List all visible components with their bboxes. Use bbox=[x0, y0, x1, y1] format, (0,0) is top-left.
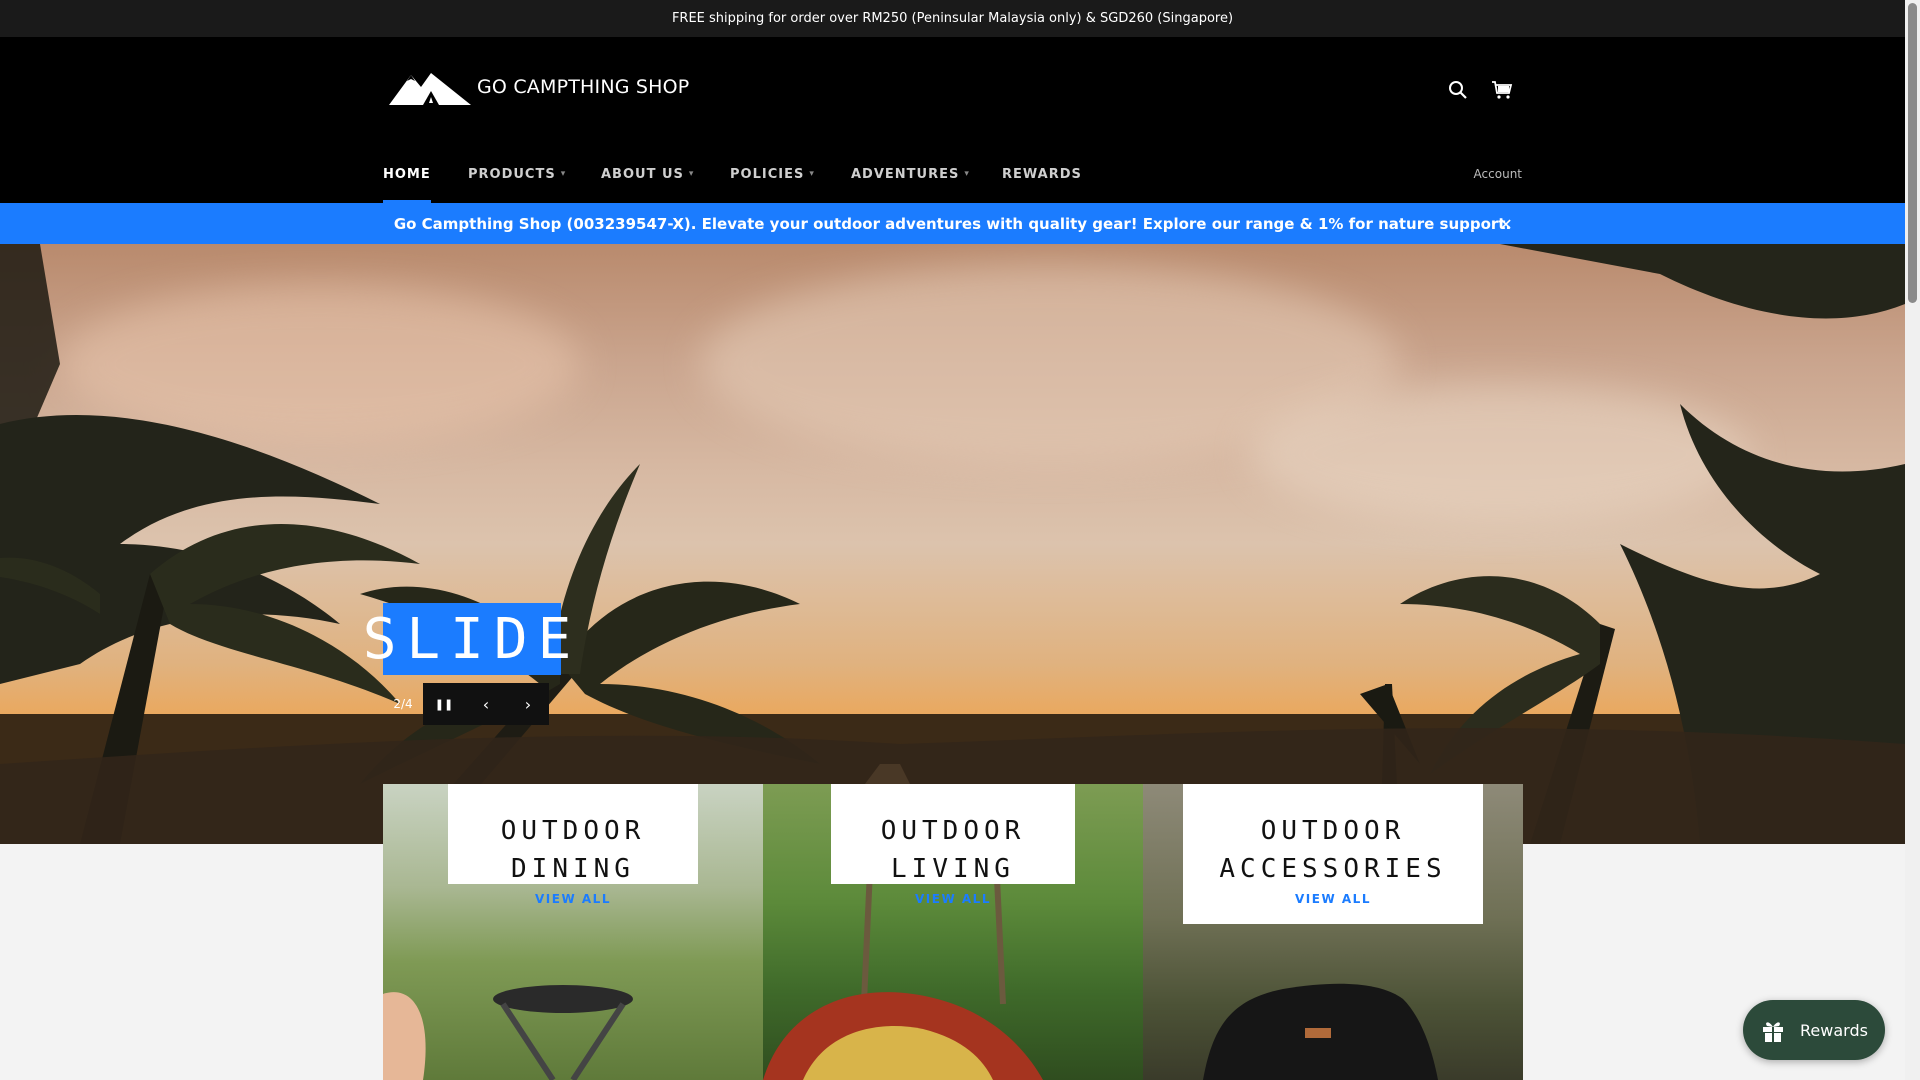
notice-bar: Go Campthing Shop (003239547-X). Elevate… bbox=[0, 203, 1905, 244]
nav-item-home[interactable]: HOME bbox=[383, 145, 431, 203]
mountain-logo-icon bbox=[389, 73, 471, 105]
view-all-link[interactable]: VIEW ALL bbox=[1183, 892, 1483, 906]
collection-label: OUTDOOR LIVING VIEW ALL bbox=[831, 784, 1075, 906]
nav-item-products[interactable]: PRODUCTS ▾ bbox=[468, 145, 566, 203]
nav-label: REWARDS bbox=[1002, 166, 1082, 182]
cart-icon[interactable] bbox=[1489, 77, 1515, 103]
close-icon[interactable]: ✕ bbox=[1496, 214, 1516, 234]
chevron-down-icon: ▾ bbox=[560, 169, 567, 179]
collection-title: OUTDOOR ACCESSORIES bbox=[1219, 816, 1447, 884]
announcement-bar: FREE shipping for order over RM250 (Peni… bbox=[0, 0, 1905, 37]
search-icon[interactable] bbox=[1445, 77, 1471, 103]
nav-item-about-us[interactable]: ABOUT US ▾ bbox=[601, 145, 694, 203]
collection-label: OUTDOOR DINING VIEW ALL bbox=[448, 784, 698, 906]
notice-text: Go Campthing Shop (003239547-X). Elevate… bbox=[393, 214, 1512, 233]
collection-label: OUTDOOR ACCESSORIES VIEW ALL bbox=[1183, 784, 1483, 924]
collection-tile-outdoor-dining[interactable]: OUTDOOR DINING VIEW ALL bbox=[383, 784, 763, 1080]
main-nav: HOME PRODUCTS ▾ ABOUT US ▾ POLICIES ▾ ADVEN… bbox=[0, 145, 1905, 203]
account-link[interactable]: Account bbox=[1474, 145, 1522, 203]
page: FREE shipping for order over RM250 (Peni… bbox=[0, 0, 1920, 1080]
slide-counter: 2/4 bbox=[393, 697, 413, 711]
logo-text: GO CAMPTHING SHOP bbox=[477, 76, 690, 98]
collection-title: OUTDOOR LIVING bbox=[880, 816, 1026, 884]
collection-title: OUTDOOR DINING bbox=[500, 816, 646, 884]
nav-label: POLICIES bbox=[730, 166, 805, 182]
collection-tile-outdoor-accessories[interactable]: OUTDOOR ACCESSORIES VIEW ALL bbox=[1143, 784, 1523, 1080]
chevron-down-icon: ▾ bbox=[688, 169, 695, 179]
nav-label: ADVENTURES bbox=[851, 166, 960, 182]
rewards-label: Rewards bbox=[1800, 1020, 1868, 1040]
collection-tile-outdoor-living[interactable]: OUTDOOR LIVING VIEW ALL bbox=[763, 784, 1143, 1080]
palm-trees-silhouette bbox=[0, 244, 1905, 844]
chevron-left-icon: ‹ bbox=[482, 694, 490, 714]
nav-item-adventures[interactable]: ADVENTURES ▾ bbox=[851, 145, 970, 203]
page-scrollbar[interactable] bbox=[1905, 0, 1920, 1080]
nav-item-rewards[interactable]: REWARDS bbox=[1002, 145, 1082, 203]
next-slide-button[interactable]: › bbox=[507, 683, 549, 725]
announcement-text: FREE shipping for order over RM250 (Peni… bbox=[671, 11, 1234, 26]
site-header: GO CAMPTHING SHOP bbox=[0, 37, 1905, 145]
scrollbar-thumb[interactable] bbox=[1908, 3, 1917, 303]
nav-label: ABOUT US bbox=[601, 166, 684, 182]
view-all-link[interactable]: VIEW ALL bbox=[448, 892, 698, 906]
nav-label: PRODUCTS bbox=[468, 166, 556, 182]
nav-label: HOME bbox=[383, 166, 431, 182]
chevron-right-icon: › bbox=[524, 694, 532, 714]
rewards-launcher-button[interactable]: Rewards bbox=[1743, 1000, 1885, 1060]
pause-icon: ❚❚ bbox=[434, 697, 454, 711]
view-all-link[interactable]: VIEW ALL bbox=[831, 892, 1075, 906]
nav-item-policies[interactable]: POLICIES ▾ bbox=[730, 145, 815, 203]
hero-slideshow bbox=[0, 244, 1905, 844]
slide-title: SLIDE bbox=[363, 603, 571, 675]
chevron-down-icon: ▾ bbox=[964, 169, 970, 179]
previous-slide-button[interactable]: ‹ bbox=[465, 683, 507, 725]
chevron-down-icon: ▾ bbox=[809, 169, 815, 179]
site-logo[interactable]: GO CAMPTHING SHOP bbox=[389, 67, 689, 107]
gift-icon bbox=[1763, 1022, 1784, 1042]
pause-button[interactable]: ❚❚ bbox=[423, 683, 465, 725]
